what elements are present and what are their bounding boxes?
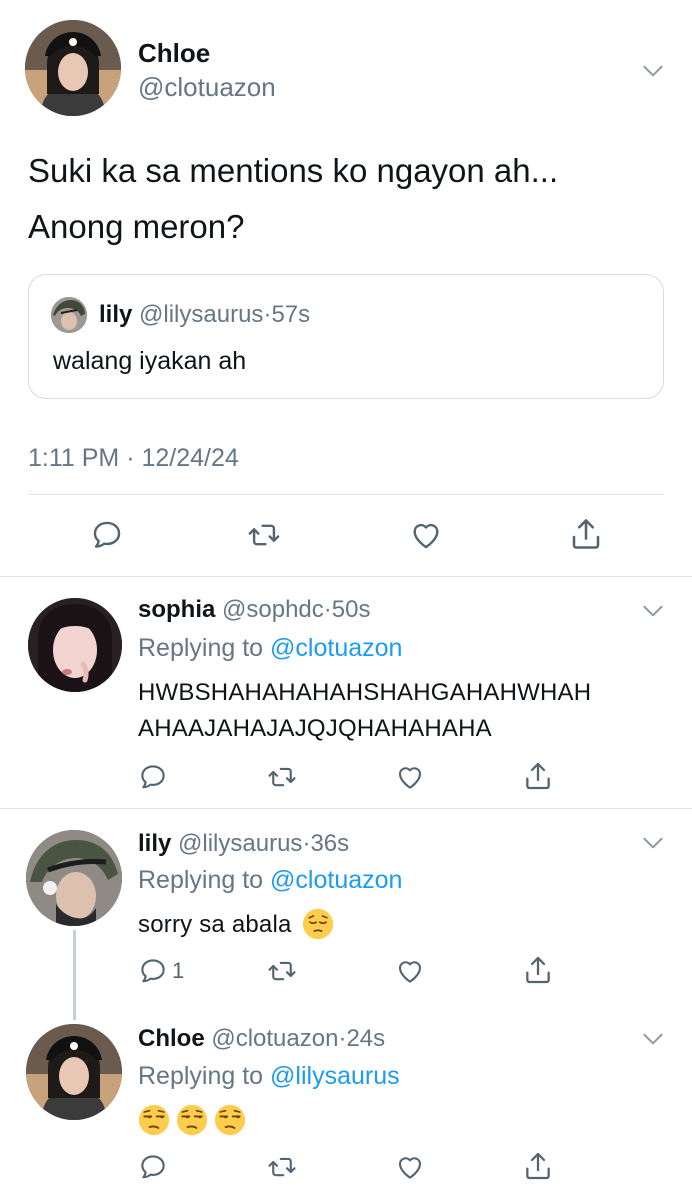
retweet-icon bbox=[266, 1152, 298, 1182]
like-button[interactable] bbox=[394, 1152, 426, 1182]
reply-author-name[interactable]: sophia bbox=[138, 596, 215, 623]
tweet-text-line-1: Suki ka sa mentions ko ngayon ah... bbox=[28, 152, 559, 189]
reply-time: 50s bbox=[331, 596, 371, 623]
heart-icon bbox=[394, 1152, 426, 1182]
divider bbox=[28, 494, 664, 495]
quoted-author-name[interactable]: lily bbox=[99, 301, 132, 328]
reply-separator: · bbox=[323, 596, 332, 623]
share-button[interactable] bbox=[522, 760, 554, 792]
author-handle[interactable]: @clotuazon bbox=[138, 72, 276, 103]
reply-author-name[interactable]: Chloe bbox=[138, 1025, 205, 1052]
divider bbox=[0, 576, 692, 577]
reply-button[interactable]: 1 bbox=[138, 956, 184, 986]
like-button[interactable] bbox=[408, 518, 444, 552]
tweet-timestamp[interactable]: 1:11 PM · 12/24/24 bbox=[28, 444, 239, 473]
retweet-icon bbox=[246, 518, 282, 552]
retweet-button[interactable] bbox=[246, 518, 282, 552]
author-name[interactable]: Chloe bbox=[138, 38, 210, 69]
chevron-down-icon[interactable] bbox=[640, 598, 666, 624]
quoted-author-handle[interactable]: @lilysaurus bbox=[139, 301, 263, 328]
reply-count: 1 bbox=[172, 958, 185, 983]
replying-to-mention[interactable]: @clotuazon bbox=[270, 634, 402, 662]
retweet-button[interactable] bbox=[266, 956, 298, 986]
replying-to: Replying to @clotuazon bbox=[138, 634, 402, 663]
replying-to: Replying to @clotuazon bbox=[138, 866, 402, 895]
avatar-lily-small bbox=[51, 297, 87, 333]
quoted-tweet-header: lily @lilysaurus·57s bbox=[99, 301, 310, 329]
avatar-chloe-reply[interactable] bbox=[26, 1024, 122, 1120]
reply-icon bbox=[138, 1152, 168, 1182]
replying-to-label: Replying to bbox=[138, 1062, 264, 1090]
share-button[interactable] bbox=[568, 516, 604, 552]
replying-to-mention[interactable]: @lilysaurus bbox=[270, 1062, 400, 1090]
replying-to: Replying to @lilysaurus bbox=[138, 1062, 400, 1091]
share-icon bbox=[522, 954, 554, 986]
reply-button[interactable] bbox=[90, 518, 124, 552]
reply-text-line-1: HWBSHAHAHAHAHSHAHGAHAHWHAH bbox=[138, 679, 592, 706]
thread-connector bbox=[73, 930, 76, 1020]
reply-button[interactable] bbox=[138, 1152, 168, 1182]
unamused-face-emoji bbox=[138, 1104, 170, 1136]
quoted-time: 57s bbox=[271, 301, 311, 328]
quoted-tweet-card[interactable]: lily @lilysaurus·57s walang iyakan ah bbox=[28, 274, 664, 399]
tweet-text-line-2: Anong meron? bbox=[28, 208, 245, 245]
reply-author-handle[interactable]: @lilysaurus bbox=[178, 830, 302, 857]
reply-header: Chloe @clotuazon·24s bbox=[138, 1025, 385, 1053]
reply-author-name[interactable]: lily bbox=[138, 830, 171, 857]
reply-icon bbox=[138, 956, 168, 986]
avatar-sophia[interactable] bbox=[28, 598, 122, 692]
like-button[interactable] bbox=[394, 956, 426, 986]
reply-text: sorry sa abala bbox=[138, 908, 334, 942]
replying-to-label: Replying to bbox=[138, 866, 264, 894]
reply-author-handle[interactable]: @clotuazon bbox=[211, 1025, 338, 1052]
retweet-icon bbox=[266, 956, 298, 986]
retweet-button[interactable] bbox=[266, 1152, 298, 1182]
chevron-down-icon[interactable] bbox=[640, 1026, 666, 1052]
unamused-face-emoji bbox=[214, 1104, 246, 1136]
reply-header: lily @lilysaurus·36s bbox=[138, 830, 349, 858]
share-button[interactable] bbox=[522, 1150, 554, 1182]
heart-icon bbox=[408, 518, 444, 552]
like-button[interactable] bbox=[394, 762, 426, 792]
avatar-chloe[interactable] bbox=[25, 20, 121, 116]
retweet-button[interactable] bbox=[266, 762, 298, 792]
quoted-tweet-text: walang iyakan ah bbox=[53, 347, 247, 375]
reply-text-line-2: AHAAJAHAJAJQJQHAHAHAHA bbox=[138, 715, 492, 742]
replying-to-label: Replying to bbox=[138, 634, 264, 662]
reply-icon bbox=[90, 518, 124, 552]
share-icon bbox=[522, 1150, 554, 1182]
heart-icon bbox=[394, 956, 426, 986]
unamused-face-emoji bbox=[176, 1104, 208, 1136]
reply-button[interactable] bbox=[138, 762, 168, 792]
retweet-icon bbox=[266, 762, 298, 792]
reply-time: 36s bbox=[310, 830, 350, 857]
chevron-down-icon[interactable] bbox=[640, 58, 666, 84]
reply-text-content: sorry sa abala bbox=[138, 911, 292, 938]
reply-header: sophia @sophdc·50s bbox=[138, 596, 370, 624]
reply-icon bbox=[138, 762, 168, 792]
reply-author-handle[interactable]: @sophdc bbox=[222, 596, 324, 623]
chevron-down-icon[interactable] bbox=[640, 830, 666, 856]
share-icon bbox=[522, 760, 554, 792]
avatar-lily[interactable] bbox=[26, 830, 122, 926]
share-button[interactable] bbox=[522, 954, 554, 986]
divider bbox=[0, 808, 692, 809]
pensive-face-emoji bbox=[302, 908, 334, 940]
share-icon bbox=[568, 516, 604, 552]
replying-to-mention[interactable]: @clotuazon bbox=[270, 866, 402, 894]
reply-emojis bbox=[138, 1104, 246, 1136]
reply-time: 24s bbox=[346, 1025, 386, 1052]
heart-icon bbox=[394, 762, 426, 792]
